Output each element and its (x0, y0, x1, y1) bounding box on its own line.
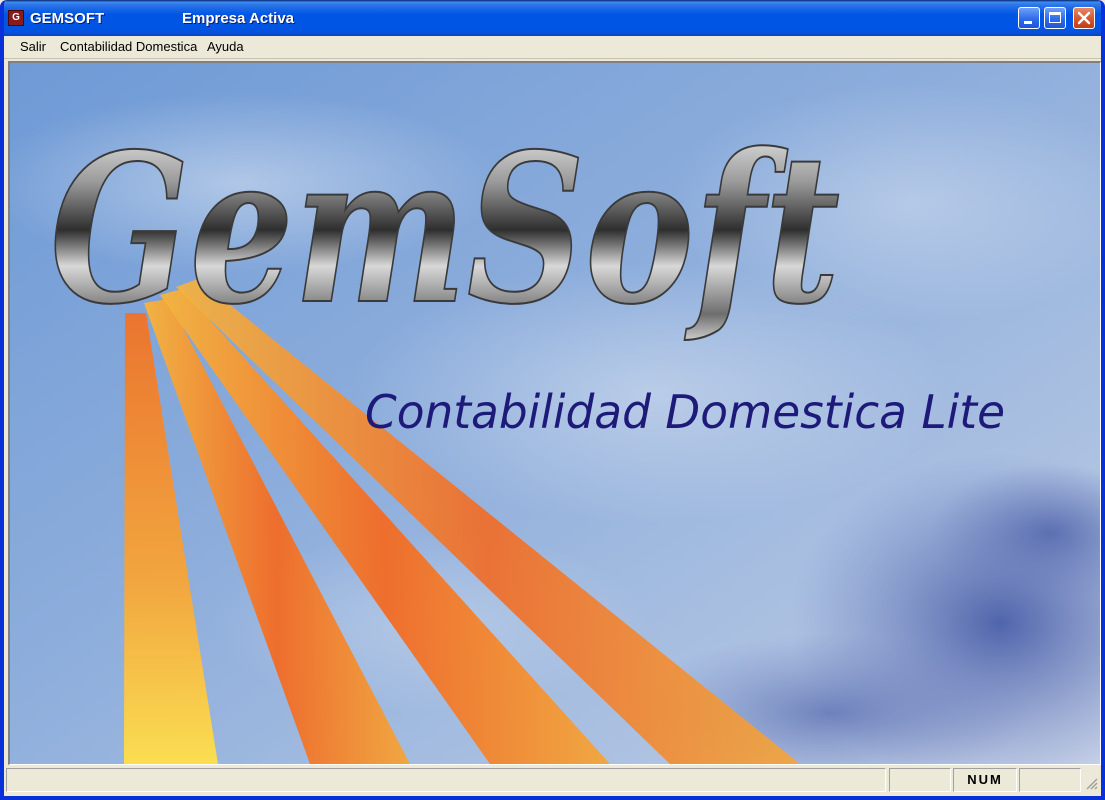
minimize-button[interactable] (1018, 7, 1040, 29)
resize-grip-icon[interactable] (1084, 776, 1098, 790)
window-title: GEMSOFT (30, 10, 105, 27)
status-pane-caps (889, 768, 951, 792)
title-bar[interactable]: G GEMSOFT Empresa Activa (4, 0, 1101, 36)
status-bar: NUM (4, 766, 1101, 796)
status-pane-num: NUM (953, 768, 1017, 792)
menu-bar: Salir Contabilidad Domestica Ayuda (4, 36, 1101, 59)
status-message (6, 768, 886, 792)
menu-ayuda[interactable]: Ayuda (205, 39, 246, 54)
splash-subtitle: Contabilidad Domestica Lite (365, 385, 1005, 439)
app-window: G GEMSOFT Empresa Activa Salir Contabili… (0, 0, 1105, 800)
minimize-icon (1024, 21, 1032, 24)
splash-logo-text: GemSoft (50, 110, 840, 350)
app-icon[interactable]: G (8, 10, 24, 26)
splash-image: GemSoft Contabilidad Domestica Lite (10, 63, 1100, 764)
active-company-label: Empresa Activa (182, 10, 295, 27)
status-pane-scroll (1019, 768, 1081, 792)
close-icon (1077, 11, 1091, 25)
app-icon-letter: G (12, 12, 20, 23)
maximize-icon (1049, 12, 1061, 23)
menu-contabilidad-domestica[interactable]: Contabilidad Domestica (58, 39, 199, 54)
maximize-button[interactable] (1044, 7, 1066, 29)
close-button[interactable] (1073, 7, 1095, 29)
menu-salir[interactable]: Salir (18, 39, 48, 54)
main-client-area: GemSoft Contabilidad Domestica Lite (8, 61, 1101, 765)
